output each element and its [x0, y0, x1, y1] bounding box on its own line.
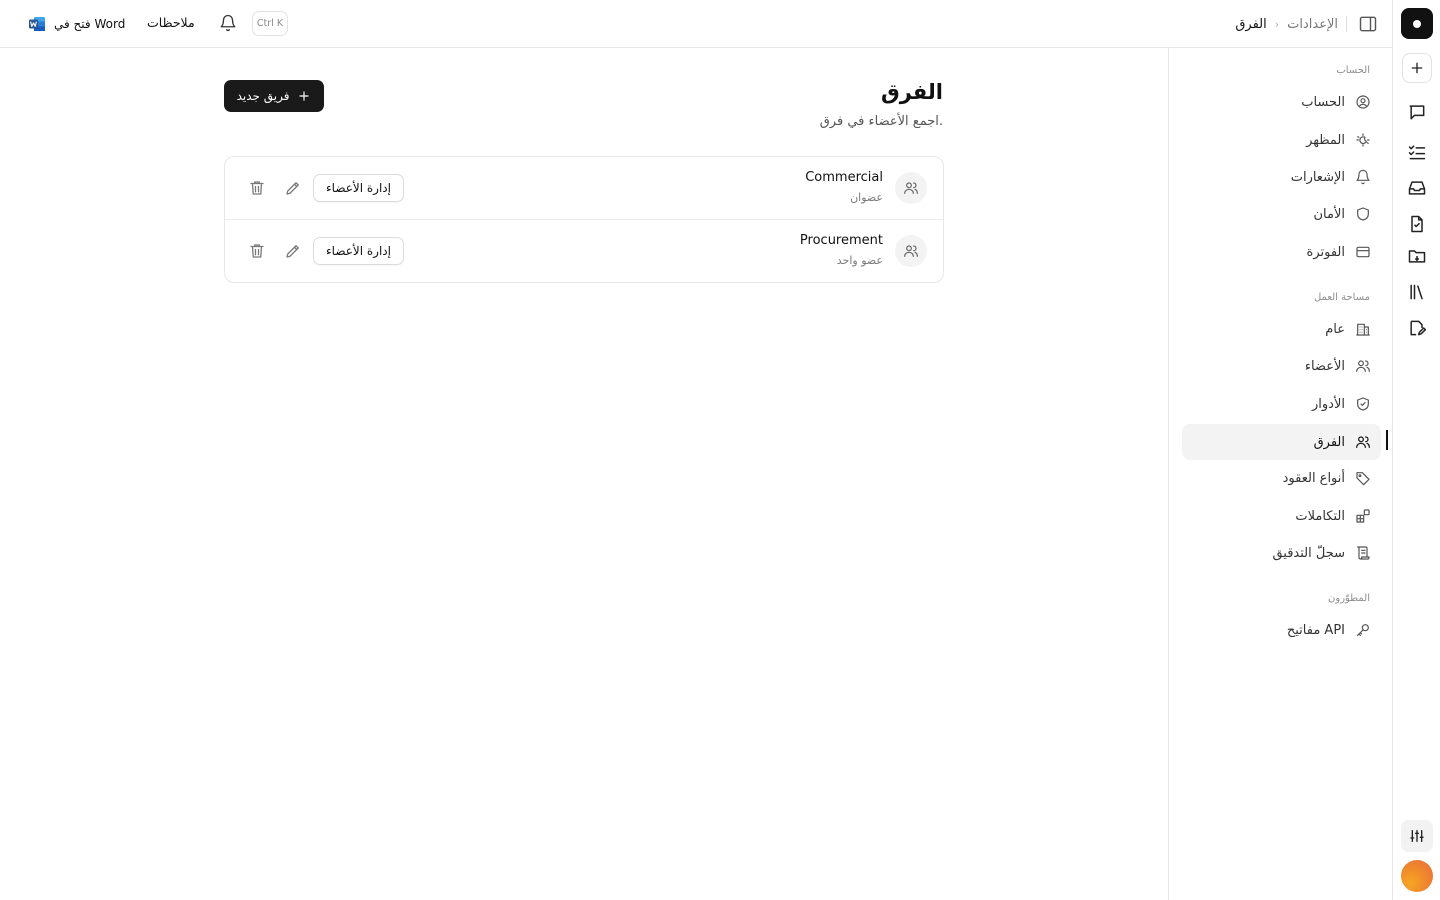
preferences-button[interactable] [1401, 820, 1433, 852]
nav-label: التكاملات [1295, 508, 1345, 524]
nav-item-api-keys[interactable]: مفاتيح API [1182, 612, 1381, 648]
team-name: Procurement [799, 233, 883, 248]
delete-trash-icon[interactable] [248, 179, 266, 197]
inbox-icon[interactable] [1407, 178, 1427, 198]
building-icon [1356, 323, 1370, 336]
bell-icon [1356, 169, 1370, 185]
edit-pencil-icon[interactable] [284, 179, 302, 197]
manage-members-button[interactable]: إدارة الأعضاء [313, 174, 404, 202]
users-icon [1356, 360, 1370, 372]
tag-icon [1356, 472, 1370, 486]
teams-list: Commercial عضوان إدارة الأعضاء Procureme… [224, 156, 944, 283]
settings-sidebar: الحساب الحساب المظهر الإشعارات الأمان ال… [1168, 48, 1392, 900]
nav-item-audit-log[interactable]: سجلّ التدقيق [1182, 535, 1381, 571]
user-circle-icon [1356, 95, 1370, 109]
nav-label: أنواع العقود [1282, 470, 1345, 486]
team-member-count: عضوان [850, 191, 883, 204]
page-title: الفرق [880, 80, 943, 104]
document-icon[interactable] [1407, 214, 1427, 234]
credit-card-icon [1356, 246, 1370, 258]
chat-icon[interactable] [1407, 102, 1427, 122]
plus-icon [299, 91, 310, 101]
open-in-word-label: فتح في Word [54, 17, 126, 31]
nav-item-appearance[interactable]: المظهر [1182, 122, 1381, 158]
nav-item-teams[interactable]: الفرق [1182, 424, 1381, 460]
nav-label: مفاتيح API [1286, 622, 1345, 638]
manage-members-button[interactable]: إدارة الأعضاء [313, 237, 404, 265]
folder-icon[interactable] [1407, 246, 1427, 266]
team-name: Commercial [805, 170, 883, 185]
breadcrumb-current: الفرق [1235, 16, 1267, 32]
nav-label: عام [1325, 321, 1345, 337]
nav-item-security[interactable]: الأمان [1182, 196, 1381, 232]
scroll-icon [1357, 546, 1370, 560]
edit-pencil-icon[interactable] [284, 242, 302, 260]
nav-label: سجلّ التدقيق [1272, 545, 1345, 561]
nav-item-members[interactable]: الأعضاء [1182, 348, 1381, 384]
nav-item-integrations[interactable]: التكاملات [1182, 498, 1381, 534]
command-shortcut-button[interactable]: Ctrl K [252, 11, 288, 36]
new-team-button[interactable]: فريق جديد [224, 80, 324, 112]
team-icon [904, 182, 918, 194]
nav-item-contract-types[interactable]: أنواع العقود [1182, 460, 1381, 496]
team-member-count: عضو واحد [836, 254, 883, 267]
breadcrumb-separator: › [1274, 17, 1280, 31]
nav-label: الأدوار [1312, 396, 1345, 412]
top-header: فتح في Word ملاحظات Ctrl K الإعدادات › ا… [0, 0, 1392, 48]
team-icon [1356, 436, 1370, 448]
shield-check-icon [1357, 397, 1369, 411]
nav-item-notifications[interactable]: الإشعارات [1182, 159, 1381, 195]
logo-dot [1413, 19, 1421, 28]
notes-button[interactable]: ملاحظات [147, 15, 195, 30]
nav-item-roles[interactable]: الأدوار [1182, 386, 1381, 422]
nav-item-account[interactable]: الحساب [1182, 84, 1381, 120]
nav-label: الفرق [1313, 434, 1345, 450]
breadcrumb-settings[interactable]: الإعدادات [1287, 17, 1338, 32]
sliders-icon [1410, 830, 1424, 842]
blocks-icon [1356, 509, 1370, 523]
new-button[interactable] [1402, 53, 1432, 83]
nav-item-general[interactable]: عام [1182, 311, 1381, 347]
user-avatar[interactable] [1401, 860, 1433, 892]
sidebar-toggle-icon[interactable] [1358, 14, 1378, 34]
new-team-label: فريق جديد [236, 89, 290, 103]
app-logo[interactable] [1401, 8, 1433, 39]
nav-label: الأعضاء [1304, 358, 1345, 374]
delete-trash-icon[interactable] [248, 242, 266, 260]
plus-icon [1411, 62, 1423, 74]
open-in-word-button[interactable]: فتح في Word [28, 13, 125, 35]
nav-label: الحساب [1301, 94, 1345, 110]
nav-section-developers: المطوّرون [1328, 593, 1370, 604]
edit-note-icon[interactable] [1407, 318, 1427, 338]
header-divider [1346, 16, 1347, 32]
key-icon [1357, 624, 1369, 636]
breadcrumb: الإعدادات › الفرق [1235, 14, 1338, 34]
notifications-bell-icon[interactable] [219, 14, 237, 32]
word-icon [29, 17, 45, 31]
team-row: Procurement عضو واحد إدارة الأعضاء [225, 220, 943, 282]
team-icon [904, 245, 918, 257]
shield-icon [1357, 207, 1369, 221]
nav-label: الإشعارات [1290, 169, 1345, 185]
team-avatar [895, 235, 927, 267]
page-subtitle: اجمع الأعضاء في فرق. [819, 114, 943, 129]
icon-rail [1392, 0, 1440, 900]
nav-label: الفوترة [1306, 244, 1345, 260]
nav-section-account: الحساب [1336, 65, 1370, 76]
nav-section-workspace: مساحة العمل [1313, 292, 1370, 303]
nav-item-billing[interactable]: الفوترة [1182, 234, 1381, 270]
team-row: Commercial عضوان إدارة الأعضاء [225, 157, 943, 220]
nav-label: الأمان [1313, 206, 1346, 222]
active-nav-indicator [1386, 430, 1388, 450]
appearance-icon [1356, 133, 1370, 147]
nav-label: المظهر [1306, 132, 1345, 148]
team-avatar [895, 172, 927, 204]
checklist-icon[interactable] [1407, 142, 1427, 162]
library-icon[interactable] [1407, 282, 1427, 302]
